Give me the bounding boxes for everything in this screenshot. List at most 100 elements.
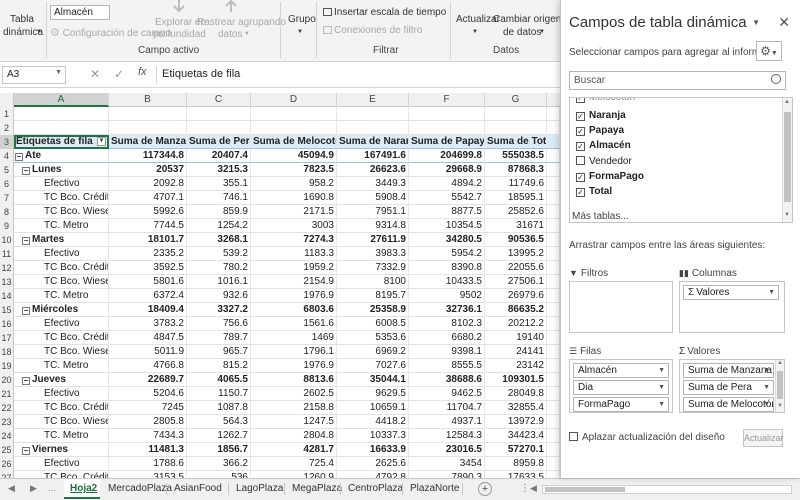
cell-pera[interactable]: 1150.7 (187, 387, 251, 401)
field-item[interactable]: ✓ Almacén (576, 138, 631, 153)
empty-cell[interactable] (547, 401, 560, 415)
scroll-down-icon[interactable]: ▼ (777, 403, 783, 409)
column-header-c[interactable]: C (187, 93, 251, 107)
tab-hoja2[interactable]: Hoja2 (64, 479, 100, 499)
name-box[interactable]: A3 ▼ (2, 66, 66, 84)
collapse-icon[interactable]: − (22, 237, 30, 245)
cell-naranja[interactable]: 7951.1 (337, 205, 409, 219)
row-header[interactable]: 15 (0, 303, 14, 317)
empty-cell[interactable] (109, 107, 187, 121)
scroll-up-icon[interactable]: ▲ (784, 99, 790, 105)
cell-pera[interactable]: 756.6 (187, 317, 251, 331)
empty-cell[interactable] (337, 107, 409, 121)
cell-melocoton[interactable]: 1247.5 (251, 415, 337, 429)
cell-total[interactable]: 23142 (485, 359, 547, 373)
cell-pera[interactable]: 1262.7 (187, 429, 251, 443)
cell-melocoton[interactable]: 1469 (251, 331, 337, 345)
cell-pera[interactable]: 789.7 (187, 331, 251, 345)
cell-papaya[interactable]: 4937.1 (409, 415, 485, 429)
cell-naranja[interactable]: 9314.8 (337, 219, 409, 233)
cell-melocoton[interactable]: 1976.9 (251, 359, 337, 373)
row-header[interactable]: 27 (0, 471, 14, 478)
cell-manzana[interactable]: 3153.5 (109, 471, 187, 478)
cell-row-label[interactable]: TC. Metro (14, 219, 109, 233)
empty-cell[interactable] (547, 233, 560, 247)
pivot-header-cell-total[interactable]: Suma de Total (485, 135, 547, 149)
cell-total[interactable]: 555038.5 (485, 149, 547, 163)
cell-row-label[interactable]: TC Bco. Crédito (14, 261, 109, 275)
cell-papaya[interactable]: 8390.8 (409, 261, 485, 275)
cell-naranja[interactable]: 7332.9 (337, 261, 409, 275)
empty-cell[interactable] (409, 107, 485, 121)
row-header[interactable]: 24 (0, 429, 14, 443)
row-header[interactable]: 11 (0, 247, 14, 261)
scroll-thumb[interactable] (777, 371, 783, 399)
empty-cell[interactable] (14, 107, 109, 121)
cell-pera[interactable]: 3215.3 (187, 163, 251, 177)
cell-row-label[interactable]: TC Bco. Wiese (14, 205, 109, 219)
cell-naranja[interactable]: 3449.3 (337, 177, 409, 191)
cell-total[interactable]: 86635.2 (485, 303, 547, 317)
cell-total[interactable]: 57270.1 (485, 443, 547, 457)
tab-plazanorte[interactable]: PlazaNorte (404, 479, 460, 499)
cell-total[interactable]: 8959.8 (485, 457, 547, 471)
cancel-icon[interactable]: ✕ (90, 67, 100, 81)
row-header[interactable]: 14 (0, 289, 14, 303)
filas-drop-area[interactable]: Almacén ▼ Dia ▼ FormaPago ▼ (569, 359, 673, 413)
cell-pera[interactable]: 539.2 (187, 247, 251, 261)
row-header[interactable]: 12 (0, 261, 14, 275)
collapse-icon[interactable]: − (15, 153, 23, 161)
row-filter-dropdown-icon[interactable]: ▼ (97, 137, 106, 146)
valores-pill-melocoton[interactable]: Suma de Melocotón ▼ (683, 397, 774, 412)
cell-row-label[interactable]: TC Bco. Wiese (14, 345, 109, 359)
cell-naranja[interactable]: 3983.3 (337, 247, 409, 261)
cell-melocoton[interactable]: 7823.5 (251, 163, 337, 177)
empty-cell[interactable] (547, 149, 560, 163)
empty-cell[interactable] (485, 107, 547, 121)
empty-cell[interactable] (547, 177, 560, 191)
cell-total[interactable]: 90536.5 (485, 233, 547, 247)
cell-total[interactable]: 17633.5 (485, 471, 547, 478)
collapse-icon[interactable]: − (22, 307, 30, 315)
field-search-input[interactable]: Buscar (569, 71, 786, 90)
cell-papaya[interactable]: 12584.3 (409, 429, 485, 443)
field-list-scrollbar[interactable]: ▲ ▼ (782, 98, 792, 222)
cell-naranja[interactable]: 167491.6 (337, 149, 409, 163)
cell-papaya[interactable]: 38688.6 (409, 373, 485, 387)
cell-row-label[interactable]: TC Bco. Crédito (14, 191, 109, 205)
row-header[interactable]: 9 (0, 219, 14, 233)
tab-next-icon[interactable]: ▶ (30, 483, 37, 494)
filas-pill-formapago[interactable]: FormaPago ▼ (573, 397, 669, 412)
filtros-drop-area[interactable] (569, 281, 673, 333)
empty-cell[interactable] (547, 443, 560, 457)
hscroll-left-icon[interactable]: ◀ (530, 483, 537, 494)
cell-row-label[interactable]: TC. Metro (14, 429, 109, 443)
cell-papaya[interactable]: 204699.8 (409, 149, 485, 163)
cell-melocoton[interactable]: 7274.3 (251, 233, 337, 247)
cell-total[interactable]: 22055.6 (485, 261, 547, 275)
cell-manzana[interactable]: 3783.2 (109, 317, 187, 331)
formula-input[interactable]: Etiquetas de fila (162, 68, 240, 80)
cell-melocoton[interactable]: 6803.6 (251, 303, 337, 317)
row-header[interactable]: 23 (0, 415, 14, 429)
scroll-thumb[interactable] (784, 112, 791, 202)
cell-naranja[interactable]: 8100 (337, 275, 409, 289)
cell-melocoton[interactable]: 1183.3 (251, 247, 337, 261)
cell-manzana[interactable]: 7245 (109, 401, 187, 415)
cell-manzana[interactable]: 5011.9 (109, 345, 187, 359)
cell-pera[interactable]: 1016.1 (187, 275, 251, 289)
empty-cell[interactable] (251, 121, 337, 135)
pivot-header-cell-naranja[interactable]: Suma de Naranja (337, 135, 409, 149)
cell-papaya[interactable]: 10433.5 (409, 275, 485, 289)
add-sheet-button[interactable]: + (478, 482, 492, 496)
field-checkbox[interactable]: ✓ (576, 98, 585, 103)
cell-naranja[interactable]: 27611.9 (337, 233, 409, 247)
cell-melocoton[interactable]: 1796.1 (251, 345, 337, 359)
row-header[interactable]: 8 (0, 205, 14, 219)
cell-naranja[interactable]: 9629.5 (337, 387, 409, 401)
empty-cell[interactable] (14, 121, 109, 135)
cell-papaya[interactable]: 5954.2 (409, 247, 485, 261)
empty-cell[interactable] (409, 121, 485, 135)
close-icon[interactable]: ✕ (778, 14, 790, 31)
cell-naranja[interactable]: 4418.2 (337, 415, 409, 429)
